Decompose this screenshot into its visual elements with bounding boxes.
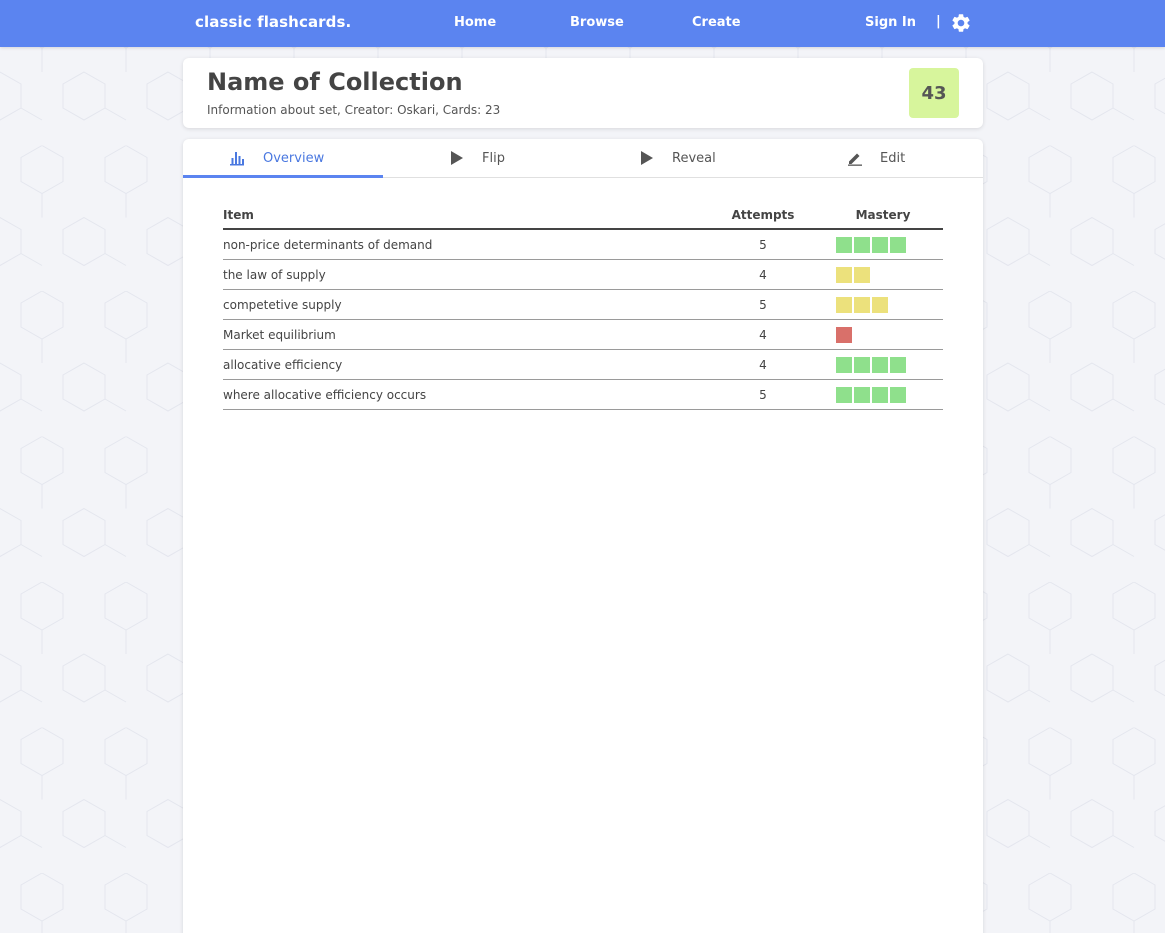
nav-browse-link[interactable]: Browse xyxy=(570,15,624,30)
mastery-indicator xyxy=(836,356,943,373)
mastery-indicator xyxy=(836,326,943,343)
mastery-square xyxy=(854,236,870,253)
tab-overview-label: Overview xyxy=(263,151,325,166)
mastery-square xyxy=(872,386,888,403)
row-mastery xyxy=(823,349,943,380)
row-attempts: 4 xyxy=(703,259,823,290)
mastery-indicator xyxy=(836,236,943,253)
tab-flip[interactable]: Flip xyxy=(383,139,583,177)
top-navbar: classic flashcards. Home Browse Create S… xyxy=(0,0,1165,47)
row-attempts: 5 xyxy=(703,229,823,260)
score-badge: 43 xyxy=(909,68,959,118)
play-icon xyxy=(451,151,463,165)
column-header-attempts: Attempts xyxy=(703,201,823,230)
table-row[interactable]: competetive supply 5 xyxy=(223,289,943,320)
mastery-square xyxy=(836,356,852,373)
play-icon xyxy=(641,151,653,165)
mastery-square xyxy=(836,386,852,403)
mastery-square xyxy=(890,386,906,403)
table-header-row: Item Attempts Mastery xyxy=(223,201,943,230)
tab-overview[interactable]: Overview xyxy=(183,139,383,178)
gear-icon[interactable] xyxy=(950,12,972,34)
row-item-text: competetive supply xyxy=(223,289,703,320)
row-item-text: non-price determinants of demand xyxy=(223,229,703,260)
mastery-square xyxy=(854,296,870,313)
mastery-square xyxy=(890,236,906,253)
row-attempts: 4 xyxy=(703,319,823,350)
row-attempts: 5 xyxy=(703,379,823,410)
brand-logo[interactable]: classic flashcards. xyxy=(195,13,351,31)
tab-reveal[interactable]: Reveal xyxy=(583,139,783,177)
collection-header-card: Name of Collection Information about set… xyxy=(183,58,983,128)
row-mastery xyxy=(823,229,943,260)
row-attempts: 4 xyxy=(703,349,823,380)
mastery-square xyxy=(854,356,870,373)
active-tab-indicator xyxy=(183,175,383,178)
mastery-table: Item Attempts Mastery non-price determin… xyxy=(223,201,943,410)
table-row[interactable]: the law of supply 4 xyxy=(223,259,943,290)
mastery-square xyxy=(872,356,888,373)
row-item-text: the law of supply xyxy=(223,259,703,290)
mastery-square xyxy=(854,386,870,403)
table-body: non-price determinants of demand 5 the law… xyxy=(223,229,943,410)
row-item-text: Market equilibrium xyxy=(223,319,703,350)
mastery-square xyxy=(836,296,852,313)
mastery-square xyxy=(872,296,888,313)
bar-chart-icon xyxy=(230,152,244,166)
tab-edit-label: Edit xyxy=(880,151,906,166)
overview-card: Overview Flip Reveal Edit Item Attempts … xyxy=(183,139,983,933)
row-mastery xyxy=(823,379,943,410)
table-row[interactable]: non-price determinants of demand 5 xyxy=(223,229,943,260)
mastery-indicator xyxy=(836,266,943,283)
mastery-table-container: Item Attempts Mastery non-price determin… xyxy=(223,201,943,410)
row-mastery xyxy=(823,319,943,350)
table-row[interactable]: where allocative efficiency occurs 5 xyxy=(223,379,943,410)
collection-info: Information about set, Creator: Oskari, … xyxy=(207,103,501,117)
tab-flip-label: Flip xyxy=(482,151,505,166)
row-item-text: where allocative efficiency occurs xyxy=(223,379,703,410)
column-header-mastery: Mastery xyxy=(823,201,943,230)
mastery-square xyxy=(854,266,870,283)
mastery-indicator xyxy=(836,296,943,313)
row-mastery xyxy=(823,259,943,290)
column-header-item: Item xyxy=(223,201,703,230)
nav-create-link[interactable]: Create xyxy=(692,15,741,30)
mastery-square xyxy=(836,236,852,253)
tab-reveal-label: Reveal xyxy=(672,151,716,166)
nav-home-link[interactable]: Home xyxy=(454,15,496,30)
mastery-square xyxy=(836,266,852,283)
nav-separator: | xyxy=(936,14,941,29)
row-attempts: 5 xyxy=(703,289,823,320)
collection-title: Name of Collection xyxy=(207,68,463,96)
mastery-indicator xyxy=(836,386,943,403)
tab-edit[interactable]: Edit xyxy=(783,139,983,177)
mastery-square xyxy=(890,356,906,373)
table-row[interactable]: allocative efficiency 4 xyxy=(223,349,943,380)
nav-sign-in-link[interactable]: Sign In xyxy=(865,15,916,30)
mastery-square xyxy=(872,236,888,253)
row-mastery xyxy=(823,289,943,320)
mastery-square xyxy=(836,326,852,343)
mode-tabs: Overview Flip Reveal Edit xyxy=(183,139,983,178)
table-row[interactable]: Market equilibrium 4 xyxy=(223,319,943,350)
pencil-icon xyxy=(848,153,862,166)
row-item-text: allocative efficiency xyxy=(223,349,703,380)
